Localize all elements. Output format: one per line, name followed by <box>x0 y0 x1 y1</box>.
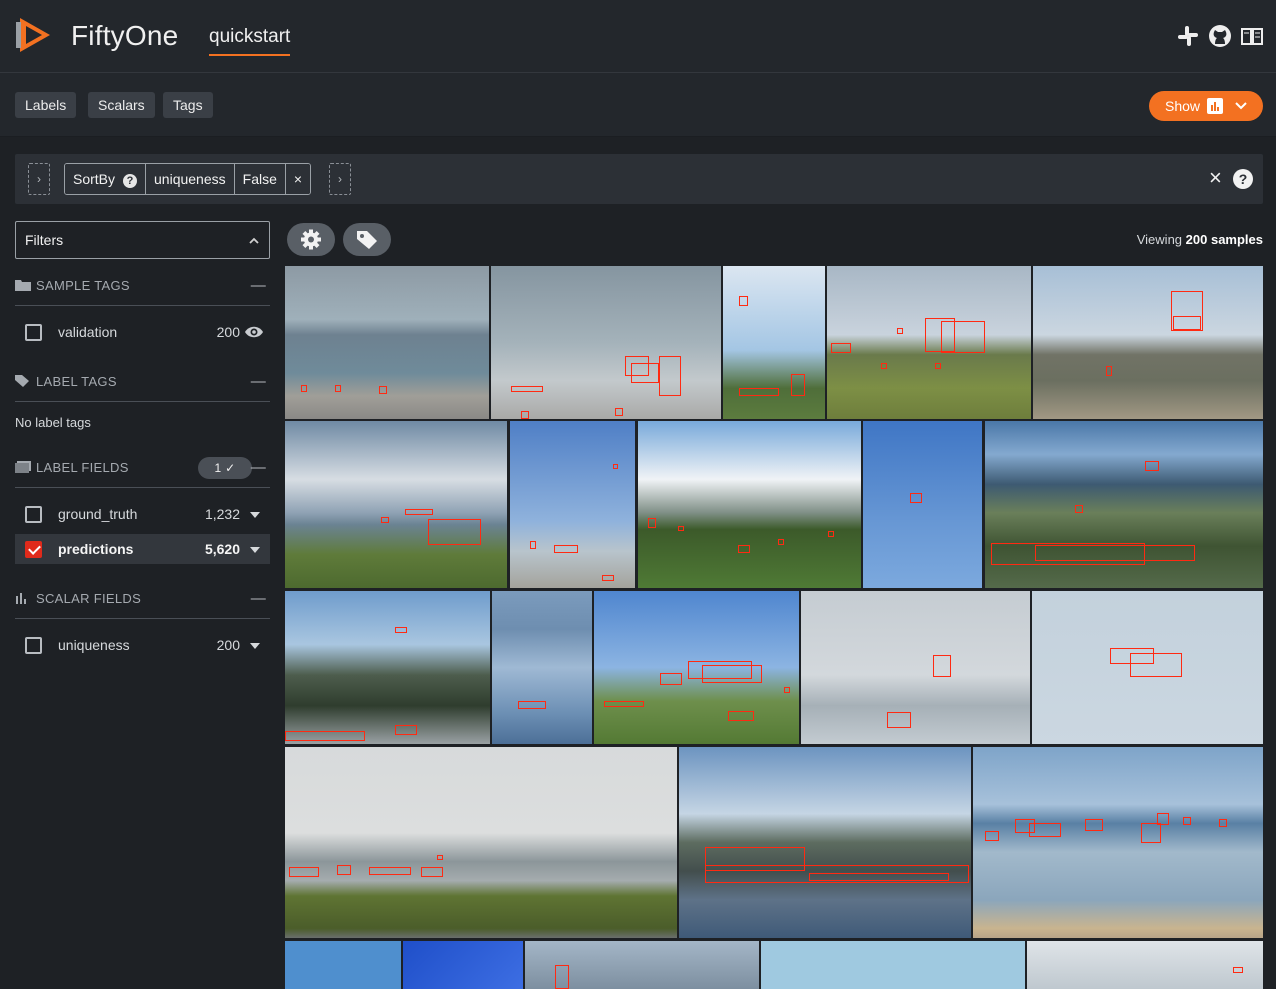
sample-thumbnail[interactable] <box>510 421 635 588</box>
collapse-icon[interactable]: — <box>251 457 266 479</box>
scalar-fields-header[interactable]: SCALAR FIELDS — <box>15 588 270 610</box>
book-icon[interactable] <box>1240 24 1264 48</box>
sample-thumbnail[interactable] <box>491 266 721 419</box>
sample-thumbnail[interactable] <box>285 591 490 744</box>
sample-thumbnail[interactable] <box>985 421 1263 588</box>
settings-icon <box>301 229 321 250</box>
label-tags-header[interactable]: LABEL TAGS — <box>15 371 270 393</box>
slack-icon[interactable] <box>1176 24 1200 48</box>
sidebar-item-validation[interactable]: validation 200 <box>15 317 270 347</box>
label-fields-header[interactable]: LABEL FIELDS 1 ✓ — <box>15 457 270 479</box>
fiftyone-logo-icon[interactable] <box>14 14 56 56</box>
tab-labels[interactable]: Labels <box>15 92 77 118</box>
images-icon <box>15 461 31 473</box>
dropdown-arrow-icon[interactable] <box>250 643 260 649</box>
github-icon[interactable] <box>1208 24 1232 48</box>
grid-settings-button[interactable] <box>287 223 335 256</box>
stage-param-reverse[interactable]: False <box>234 164 286 194</box>
sample-thumbnail[interactable] <box>973 747 1263 938</box>
bar-chart-icon <box>16 593 26 604</box>
sample-thumbnail[interactable] <box>525 941 759 989</box>
tag-icon <box>357 231 377 249</box>
sample-thumbnail[interactable] <box>403 941 523 989</box>
sample-thumbnail[interactable] <box>863 421 982 588</box>
sample-thumbnail[interactable] <box>285 266 489 419</box>
dataset-selector[interactable]: quickstart <box>209 26 291 56</box>
tag-samples-button[interactable] <box>343 223 391 256</box>
stage-help-icon[interactable]: ? <box>123 174 138 188</box>
collapse-icon[interactable]: — <box>251 275 266 297</box>
chevron-up-icon <box>249 222 259 273</box>
eye-icon[interactable] <box>244 325 264 339</box>
app-title[interactable]: FiftyOne <box>71 20 178 52</box>
filters-dropdown[interactable]: Filters <box>15 221 270 259</box>
sample-thumbnail[interactable] <box>801 591 1030 744</box>
add-stage-left-button[interactable]: › <box>28 163 50 195</box>
help-icon[interactable]: ? <box>1233 169 1253 189</box>
add-stage-right-button[interactable]: › <box>329 163 351 195</box>
validation-checkbox[interactable] <box>25 324 42 341</box>
sample-thumbnail[interactable] <box>1032 591 1263 744</box>
toolbar: Labels Scalars Tags Show <box>0 73 1276 137</box>
stage-remove-button[interactable]: × <box>285 164 311 194</box>
sample-thumbnail[interactable] <box>638 421 861 588</box>
sample-thumbnail[interactable] <box>1033 266 1263 419</box>
sample-thumbnail[interactable] <box>285 747 677 938</box>
sidebar-item-ground-truth[interactable]: ground_truth 1,232 <box>15 499 270 529</box>
selected-count-badge[interactable]: 1 ✓ <box>198 457 252 479</box>
sidebar-item-uniqueness[interactable]: uniqueness 200 <box>15 630 270 660</box>
no-label-tags-text: No label tags <box>15 415 91 430</box>
filters-label: Filters <box>25 232 64 248</box>
sample-thumbnail[interactable] <box>492 591 592 744</box>
sidebar-item-predictions[interactable]: predictions 5,620 <box>15 534 270 564</box>
dropdown-arrow-icon[interactable] <box>250 512 260 518</box>
stage-name[interactable]: SortBy? <box>65 164 147 194</box>
predictions-checkbox[interactable] <box>25 541 42 558</box>
sample-thumbnail[interactable] <box>761 941 1025 989</box>
sample-thumbnail[interactable] <box>285 941 401 989</box>
sample-tags-header[interactable]: SAMPLE TAGS — <box>15 275 270 297</box>
close-icon[interactable]: × <box>1209 167 1222 189</box>
sample-thumbnail[interactable] <box>827 266 1031 419</box>
sample-thumbnail[interactable] <box>285 421 507 588</box>
tab-tags[interactable]: Tags <box>163 92 213 118</box>
collapse-icon[interactable]: — <box>251 588 266 610</box>
bar-chart-icon <box>1207 98 1223 114</box>
collapse-icon[interactable]: — <box>251 371 266 393</box>
sample-thumbnail[interactable] <box>679 747 971 938</box>
show-button[interactable]: Show <box>1149 91 1263 121</box>
stage-param-field[interactable]: uniqueness <box>146 164 235 194</box>
viewing-count: Viewing 200 samples <box>1136 232 1263 247</box>
uniqueness-checkbox[interactable] <box>25 637 42 654</box>
ground-truth-checkbox[interactable] <box>25 506 42 523</box>
view-bar: › SortBy? uniqueness False × › × ? <box>15 154 1263 204</box>
sample-grid <box>285 266 1263 989</box>
show-button-label: Show <box>1165 98 1201 114</box>
sample-thumbnail[interactable] <box>594 591 799 744</box>
tag-icon <box>15 375 29 387</box>
tab-scalars[interactable]: Scalars <box>88 92 155 118</box>
sample-thumbnail[interactable] <box>1027 941 1263 989</box>
app-header: FiftyOne quickstart <box>0 0 1276 73</box>
dropdown-arrow-icon[interactable] <box>250 547 260 553</box>
chevron-down-icon <box>1235 91 1247 132</box>
tag-folder-icon <box>15 280 31 291</box>
sample-thumbnail[interactable] <box>723 266 825 419</box>
sortby-stage[interactable]: SortBy? uniqueness False × <box>64 163 312 195</box>
